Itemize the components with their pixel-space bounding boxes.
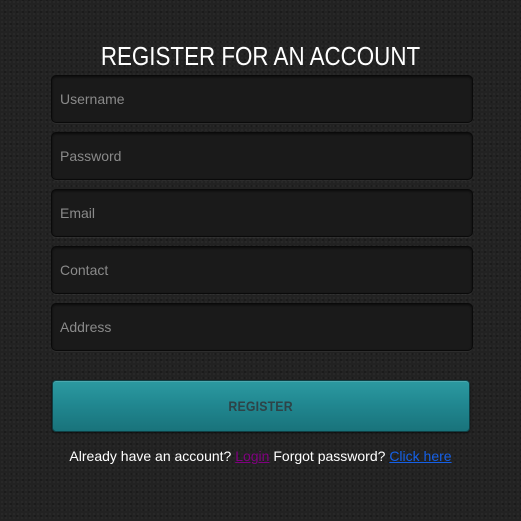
forgot-password-text: Forgot password?: [273, 448, 386, 464]
account-links: Already have an account? Login Forgot pa…: [0, 446, 521, 466]
contact-field[interactable]: [51, 246, 473, 294]
password-field[interactable]: [51, 132, 473, 180]
register-form: [51, 75, 473, 360]
email-field[interactable]: [51, 189, 473, 237]
address-field[interactable]: [51, 303, 473, 351]
login-link[interactable]: Login: [235, 448, 269, 464]
register-button-label: REGISTER: [228, 398, 294, 414]
username-field[interactable]: [51, 75, 473, 123]
click-here-link[interactable]: Click here: [389, 448, 451, 464]
have-account-text: Already have an account?: [69, 448, 232, 464]
page-title: REGISTER FOR AN ACCOUNT: [100, 41, 421, 71]
register-button[interactable]: REGISTER: [52, 380, 470, 432]
